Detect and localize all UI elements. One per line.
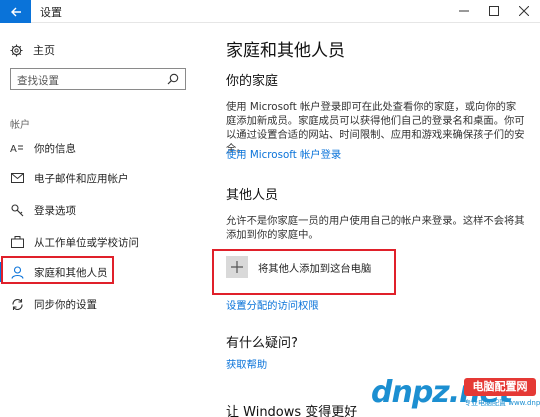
sidebar-item-sign-in-options[interactable]: 登录选项 — [0, 196, 200, 224]
add-user-button[interactable]: 将其他人添加到这台电脑 — [226, 256, 371, 278]
family-heading: 你的家庭 — [226, 74, 279, 89]
minimize-icon — [459, 10, 469, 12]
assigned-access-link[interactable]: 设置分配的访问权限 — [226, 297, 319, 312]
mail-icon — [10, 171, 24, 185]
watermark: dnpz.net 电脑配置网 专业电脑配置 www.dnpz.net — [371, 378, 540, 408]
maximize-icon — [489, 6, 499, 16]
home-link[interactable]: 主页 — [10, 42, 55, 58]
sidebar-item-sync-settings[interactable]: 同步你的设置 — [0, 290, 200, 318]
sidebar-item-email-accounts[interactable]: 电子邮件和应用帐户 — [0, 164, 200, 192]
section-label-accounts: 帐户 — [10, 120, 30, 131]
briefcase-icon — [10, 235, 24, 249]
key-icon — [10, 203, 24, 217]
title-bar: 设置 — [0, 0, 540, 23]
main-content: 家庭和其他人员 你的家庭 使用 Microsoft 帐户登录即可在此处查看你的家… — [212, 24, 540, 417]
gear-icon — [10, 43, 23, 57]
page-title: 家庭和其他人员 — [226, 41, 345, 61]
back-button[interactable] — [0, 0, 31, 23]
window-title: 设置 — [40, 6, 62, 19]
close-button[interactable] — [510, 0, 538, 22]
minimize-button[interactable] — [450, 0, 478, 22]
watermark-subtitle: 专业电脑配置 www.dnpz.net — [464, 399, 540, 407]
improve-windows-heading: 让 Windows 变得更好 — [226, 405, 358, 417]
sidebar: 主页 查找设置 帐户 A 你的信息 电子邮件和应用帐户 登录选项 从工作单位或学… — [0, 24, 200, 417]
microsoft-signin-link[interactable]: 使用 Microsoft 帐户登录 — [226, 146, 341, 161]
sidebar-item-label: 电子邮件和应用帐户 — [34, 172, 129, 185]
sidebar-item-label: 登录选项 — [34, 204, 76, 217]
sidebar-item-your-info[interactable]: A 你的信息 — [0, 134, 200, 162]
close-icon — [519, 6, 529, 16]
plus-icon — [226, 256, 248, 278]
sync-icon — [10, 297, 24, 311]
maximize-button[interactable] — [480, 0, 508, 22]
svg-text:A: A — [10, 144, 17, 154]
sidebar-item-work-school[interactable]: 从工作单位或学校访问 — [0, 228, 200, 256]
other-people-heading: 其他人员 — [226, 188, 279, 203]
search-placeholder: 查找设置 — [17, 75, 59, 87]
search-input[interactable]: 查找设置 — [10, 68, 186, 90]
question-heading: 有什么疑问? — [226, 336, 298, 351]
get-help-link[interactable]: 获取帮助 — [226, 356, 267, 371]
person-card-icon: A — [10, 141, 24, 155]
sidebar-item-label: 从工作单位或学校访问 — [34, 236, 139, 249]
watermark-badge: 电脑配置网 — [464, 378, 536, 396]
back-arrow-icon — [10, 7, 21, 16]
highlight-box-sidebar — [1, 256, 114, 284]
search-icon[interactable] — [167, 73, 179, 85]
add-user-label: 将其他人添加到这台电脑 — [258, 262, 372, 275]
other-people-description: 允许不是你家庭一员的用户使用自己的帐户来登录。这样不会将其添加到你的家庭中。 — [226, 215, 525, 241]
home-label: 主页 — [33, 44, 55, 57]
sidebar-item-label: 同步你的设置 — [34, 298, 97, 311]
sidebar-item-label: 你的信息 — [34, 142, 76, 155]
